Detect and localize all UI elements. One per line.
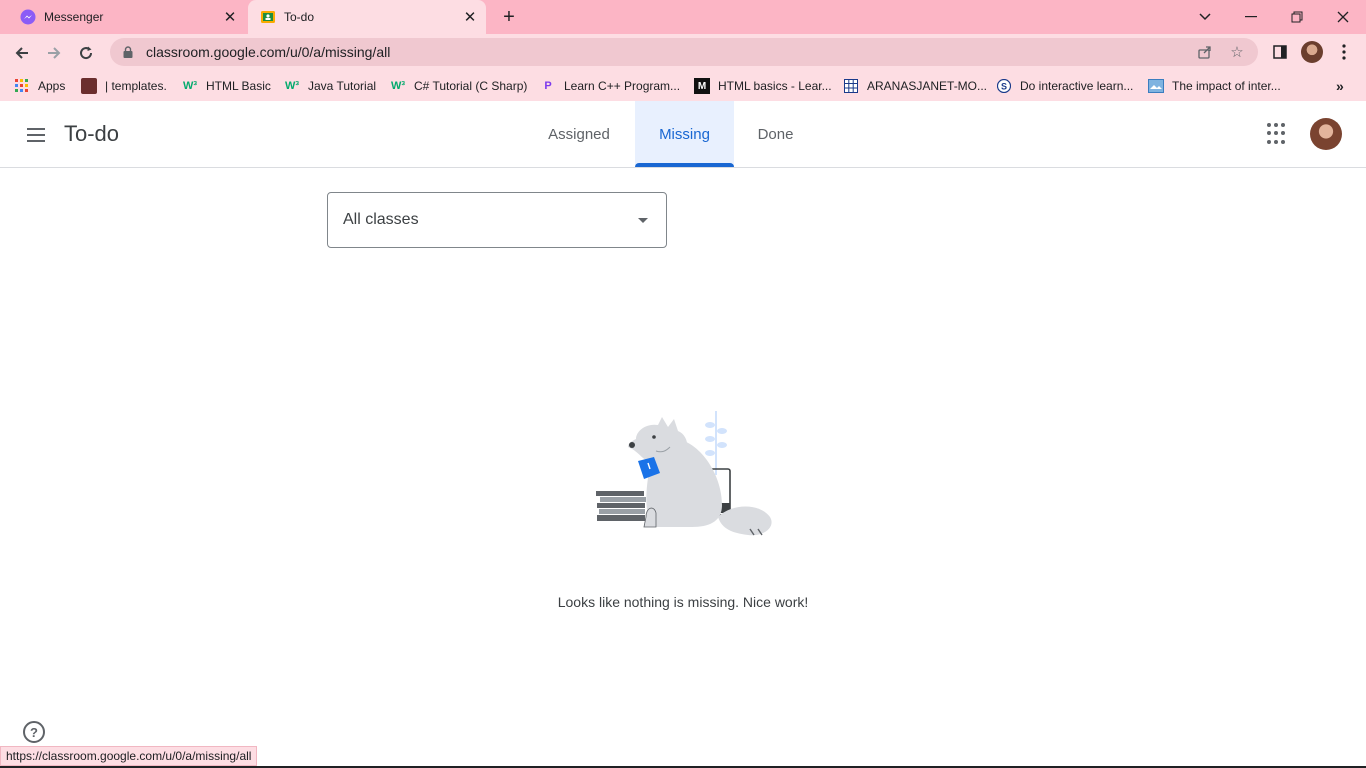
tab-assigned[interactable]: Assigned	[531, 101, 627, 167]
bookmark-learn-cpp[interactable]: P Learn C++ Program...	[540, 76, 680, 96]
bookmarks-bar: Apps | templates. W³ HTML Basic W³ Java …	[0, 70, 1366, 101]
reload-icon[interactable]	[73, 40, 99, 66]
tab-messenger[interactable]: Messenger ✕	[8, 0, 246, 34]
avatar	[1301, 41, 1323, 63]
mdn-icon: M	[694, 78, 710, 94]
google-apps-icon[interactable]	[1267, 123, 1289, 145]
new-tab-plus-icon[interactable]: +	[498, 6, 520, 28]
document-icon	[1148, 78, 1164, 94]
bookmark-html-basic[interactable]: W³ HTML Basic	[182, 76, 271, 96]
bookmark-templates[interactable]: | templates.	[81, 76, 167, 96]
empty-state-message: Looks like nothing is missing. Nice work…	[557, 594, 809, 610]
tab-search-chevron-icon[interactable]	[1182, 0, 1228, 34]
w3schools-icon: W³	[284, 80, 300, 92]
bookmark-java-tutorial[interactable]: W³ Java Tutorial	[284, 76, 376, 96]
side-panel-icon[interactable]	[1270, 40, 1290, 64]
bookmark-label: C# Tutorial (C Sharp)	[414, 79, 528, 93]
bookmark-interactive-learning[interactable]: S Do interactive learn...	[996, 76, 1133, 96]
page-title: To-do	[64, 121, 120, 146]
tab-to-do[interactable]: To-do ✕	[248, 0, 486, 34]
bookmark-html-basics[interactable]: M HTML basics - Lear...	[694, 76, 832, 96]
bookmark-label: The impact of inter...	[1172, 79, 1281, 93]
bookmark-csharp-tutorial[interactable]: W³ C# Tutorial (C Sharp)	[390, 76, 527, 96]
link-status-bar: https://classroom.google.com/u/0/a/missi…	[0, 746, 258, 766]
lock-icon	[120, 46, 136, 58]
minimize-icon[interactable]	[1228, 0, 1274, 34]
bookmark-label: Apps	[38, 79, 66, 93]
class-filter-value: All classes	[343, 211, 419, 228]
tab-done[interactable]: Done	[742, 101, 809, 167]
bookmark-label: Do interactive learn...	[1020, 79, 1134, 93]
bookmark-label: HTML basics - Lear...	[718, 79, 832, 93]
calendar-grid-icon	[843, 78, 859, 94]
browser-toolbar: classroom.google.com/u/0/a/missing/all ☆	[0, 34, 1366, 70]
apps-grid-icon	[14, 78, 30, 94]
close-tab-icon[interactable]: ✕	[460, 7, 480, 27]
messenger-icon	[20, 9, 36, 25]
account-avatar[interactable]	[1310, 118, 1342, 150]
restore-icon[interactable]	[1274, 0, 1320, 34]
close-window-icon[interactable]	[1320, 0, 1366, 34]
tab-title: To-do	[284, 10, 315, 24]
back-arrow-icon[interactable]	[9, 40, 35, 66]
svg-text:S: S	[1001, 82, 1007, 92]
w3schools-icon: W³	[182, 80, 198, 92]
browser-tab-strip: Messenger ✕ To-do ✕ +	[0, 0, 1366, 34]
forward-arrow-icon[interactable]	[41, 40, 67, 66]
empty-state-wolf-illustration	[592, 405, 776, 543]
sololearn-icon: S	[996, 78, 1012, 94]
tab-title: Messenger	[44, 10, 104, 24]
tab-missing[interactable]: Missing	[635, 101, 734, 167]
app-header: To-do Assigned Missing Done	[0, 101, 1366, 168]
browser-menu-icon[interactable]	[1336, 40, 1352, 64]
url-text: classroom.google.com/u/0/a/missing/all	[146, 44, 391, 60]
share-icon[interactable]	[1194, 41, 1216, 63]
profile-avatar[interactable]	[1300, 40, 1324, 64]
dropdown-arrow-icon	[638, 218, 648, 223]
close-tab-icon[interactable]: ✕	[220, 7, 240, 27]
classroom-icon	[260, 9, 276, 25]
more-bookmarks-chevron-icon[interactable]: »	[1336, 76, 1344, 96]
w3schools-icon: W³	[390, 80, 406, 92]
bookmark-label: | templates.	[105, 79, 167, 93]
bookmark-label: ARANASJANET-MO...	[867, 79, 988, 93]
main-menu-icon[interactable]	[24, 123, 48, 147]
bookmark-label: HTML Basic	[206, 79, 271, 93]
learn-icon: P	[544, 80, 552, 92]
bookmark-label: Java Tutorial	[308, 79, 377, 93]
bookmark-star-icon[interactable]: ☆	[1226, 41, 1248, 63]
class-filter-dropdown[interactable]: All classes	[327, 192, 667, 248]
bookmark-apps[interactable]: Apps	[14, 76, 65, 96]
bookmark-aranasjanet[interactable]: ARANASJANET-MO...	[843, 76, 987, 96]
bookmark-impact-of-inter[interactable]: The impact of inter...	[1148, 76, 1281, 96]
help-icon[interactable]: ?	[23, 721, 45, 743]
bookmark-label: Learn C++ Program...	[564, 79, 681, 93]
address-bar[interactable]: classroom.google.com/u/0/a/missing/all ☆	[110, 38, 1258, 66]
image-icon	[81, 78, 97, 94]
